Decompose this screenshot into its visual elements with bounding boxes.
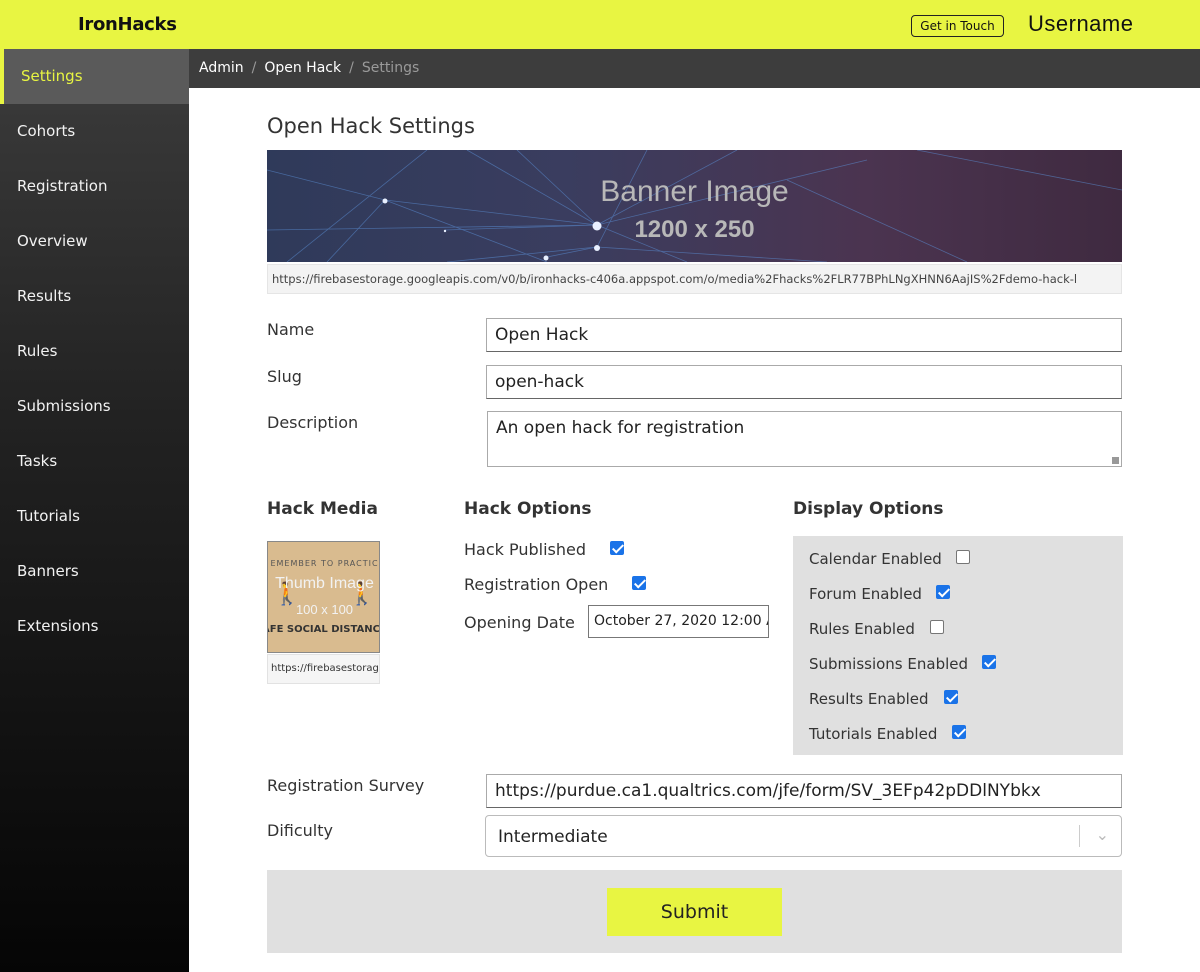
sidebar-item-results[interactable]: Results [0,269,189,324]
sidebar: Settings Cohorts Registration Overview R… [0,49,189,972]
banner-placeholder-label: Banner Image [600,175,789,208]
banner-placeholder-size: 1200 x 250 [634,216,755,243]
thumb-top-text: EMEMBER TO PRACTIC [270,559,379,568]
calendar-enabled-checkbox[interactable] [956,550,970,564]
name-label: Name [267,320,315,339]
top-header: IronHacks Get in Touch Username [0,0,1200,49]
breadcrumb-current: Settings [361,60,420,76]
hack-options-heading: Hack Options [464,499,592,519]
description-text: An open hack for registration [496,418,745,438]
submit-button[interactable]: Submit [607,888,782,936]
registration-open-label: Registration Open [464,575,609,594]
sidebar-item-cohorts[interactable]: Cohorts [0,104,189,159]
breadcrumb: Admin / Open Hack / Settings [189,49,1200,88]
name-input[interactable]: Open Hack [486,318,1122,352]
calendar-enabled-label: Calendar Enabled [809,550,942,568]
sidebar-item-tutorials[interactable]: Tutorials [0,489,189,544]
slug-input[interactable]: open-hack [486,365,1122,399]
sidebar-item-settings[interactable]: Settings [0,49,189,104]
select-divider [1079,825,1080,847]
description-label: Description [267,413,359,432]
thumb-placeholder-label: Thumb Image [275,575,374,592]
description-textarea[interactable]: An open hack for registration [487,411,1122,467]
display-options-heading: Display Options [793,499,944,519]
submit-panel: Submit [267,870,1122,953]
submissions-enabled-label: Submissions Enabled [809,655,969,673]
brand-logo[interactable]: IronHacks [78,14,177,35]
main-content: Open Hack Settings Banner Image 1200 x 2… [189,88,1200,972]
hack-published-checkbox[interactable] [610,541,624,555]
hack-published-label: Hack Published [464,540,587,559]
tutorials-enabled-checkbox[interactable] [952,725,966,739]
get-in-touch-button[interactable]: Get in Touch [911,15,1004,37]
rules-enabled-checkbox[interactable] [930,620,944,634]
hack-media-heading: Hack Media [267,499,378,519]
submissions-enabled-checkbox[interactable] [982,655,996,669]
breadcrumb-open-hack[interactable]: Open Hack [264,60,341,76]
difficulty-label: Dificulty [267,821,333,840]
breadcrumb-separator: / [349,60,354,76]
sidebar-item-overview[interactable]: Overview [0,214,189,269]
difficulty-selected-value: Intermediate [498,827,608,847]
opening-date-label: Opening Date [464,613,575,632]
display-options-panel: Calendar Enabled Forum Enabled Rules Ena… [793,536,1123,755]
registration-survey-input[interactable]: https://purdue.ca1.qualtrics.com/jfe/for… [486,774,1122,808]
slug-label: Slug [267,367,302,386]
sidebar-item-tasks[interactable]: Tasks [0,434,189,489]
thumb-bottom-text: AFE SOCIAL DISTANCIN [268,624,380,635]
forum-enabled-label: Forum Enabled [809,585,922,603]
sidebar-item-submissions[interactable]: Submissions [0,379,189,434]
resize-handle-icon[interactable] [1112,457,1119,464]
rules-enabled-label: Rules Enabled [809,620,915,638]
banner-image[interactable]: Banner Image 1200 x 250 [267,150,1122,262]
difficulty-select[interactable]: Intermediate ⌄ [485,815,1122,857]
sidebar-item-extensions[interactable]: Extensions [0,599,189,654]
breadcrumb-admin[interactable]: Admin [199,60,244,76]
results-enabled-label: Results Enabled [809,690,929,708]
breadcrumb-separator: / [251,60,257,76]
thumb-image[interactable]: EMEMBER TO PRACTIC 🚶 🚶 Thumb Image 100 x… [267,541,380,653]
sidebar-item-registration[interactable]: Registration [0,159,189,214]
thumb-placeholder-size: 100 x 100 [295,602,354,617]
registration-survey-label: Registration Survey [267,776,425,795]
sidebar-item-banners[interactable]: Banners [0,544,189,599]
registration-open-checkbox[interactable] [632,576,646,590]
tutorials-enabled-label: Tutorials Enabled [809,725,938,743]
forum-enabled-checkbox[interactable] [936,585,950,599]
thumb-url[interactable]: https://firebasestorag [267,654,380,684]
results-enabled-checkbox[interactable] [944,690,958,704]
sidebar-item-rules[interactable]: Rules [0,324,189,379]
page-title: Open Hack Settings [267,114,475,138]
username-menu[interactable]: Username [1028,11,1133,37]
banner-url[interactable]: https://firebasestorage.googleapis.com/v… [267,264,1122,294]
opening-date-input[interactable]: October 27, 2020 12:00 A [588,605,769,638]
chevron-down-icon[interactable]: ⌄ [1096,825,1109,844]
